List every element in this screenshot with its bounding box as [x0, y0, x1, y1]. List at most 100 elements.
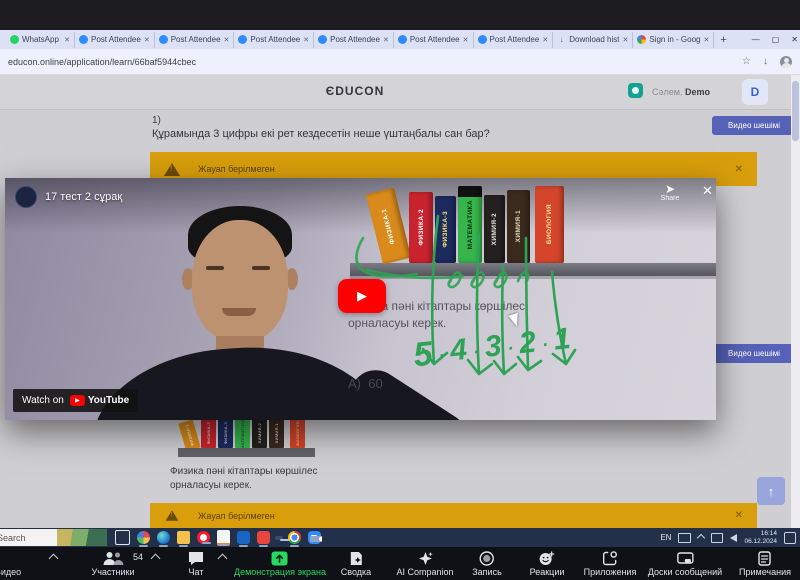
taskbar-clock[interactable]: 16:14 06.12.2024: [744, 530, 777, 546]
toolbar-record[interactable]: Запись: [472, 550, 502, 577]
channel-avatar[interactable]: [15, 186, 37, 208]
video-options-chevron[interactable]: [49, 554, 59, 564]
banner-close-icon[interactable]: ✕: [735, 510, 743, 521]
tab-post-attendee-5[interactable]: Post Attendee ✕: [394, 32, 474, 48]
tab-post-attendee-1[interactable]: Post Attendee ✕: [75, 32, 155, 48]
toolbar-label: Участники: [92, 567, 135, 577]
tab-close-icon[interactable]: ✕: [703, 36, 709, 44]
tab-post-attendee-6[interactable]: Post Attendee ✕: [474, 32, 554, 48]
book-biologiya: БИОЛОГИЯ: [535, 186, 564, 263]
volume-icon[interactable]: [730, 534, 737, 542]
book-himiya1: ХИМИЯ-1: [507, 190, 530, 263]
youtube-play-button[interactable]: ▶: [338, 279, 386, 313]
toolbar-apps[interactable]: Приложения: [584, 550, 637, 577]
toolbar-notes[interactable]: Примечания: [739, 550, 791, 577]
scroll-to-top-button[interactable]: ↑: [757, 477, 785, 505]
zoom-app-icon[interactable]: [308, 531, 321, 544]
chrome-icon-2[interactable]: [288, 531, 301, 544]
share-button[interactable]: ➤ Share: [653, 183, 687, 202]
tab-close-icon[interactable]: ✕: [383, 36, 389, 44]
book-himiya2: ХИМИЯ-2: [484, 195, 505, 263]
banner-close-icon[interactable]: ✕: [735, 164, 743, 175]
watch-on-youtube-button[interactable]: Watch on ▶ YouTube: [13, 389, 138, 412]
new-tab-button[interactable]: +: [720, 34, 726, 46]
digit: 3: [483, 331, 503, 363]
toolbar-participants[interactable]: Участники: [92, 550, 135, 577]
tab-close-icon[interactable]: ✕: [144, 36, 150, 44]
digit: 4: [449, 335, 469, 367]
chrome-active-slot[interactable]: [275, 536, 283, 540]
window-close-button[interactable]: ✕: [791, 35, 798, 44]
outlook-icon[interactable]: [237, 531, 250, 544]
site-header: ЄDUCON Сәлем, Demo D: [0, 75, 800, 110]
red-app-icon[interactable]: [257, 531, 270, 544]
toolbar-video[interactable]: Видео: [0, 550, 21, 577]
tray-expand-icon[interactable]: [697, 533, 705, 541]
toolbar-label: Приложения: [584, 567, 637, 577]
screen: WhatsApp ✕ Post Attendee ✕ Post Attendee…: [0, 0, 800, 580]
tab-label: Post Attendee: [171, 35, 221, 44]
toolbar-reactions[interactable]: Реакции: [530, 550, 565, 577]
video-solution-button-2[interactable]: Видео шешімі: [712, 344, 796, 363]
digit: 1: [552, 324, 572, 356]
page-scrollbar[interactable]: [791, 75, 800, 528]
tab-post-attendee-2[interactable]: Post Attendee ✕: [155, 32, 235, 48]
downloads-icon[interactable]: ↓: [763, 56, 768, 67]
user-avatar[interactable]: D: [742, 79, 768, 105]
calendar-icon[interactable]: [217, 530, 230, 546]
edge-icon[interactable]: [157, 531, 170, 544]
educon-logo: ЄDUCON: [310, 84, 400, 98]
toolbar-label: Видео: [0, 567, 21, 577]
whatsapp-icon: [10, 35, 19, 44]
question2-line1: Физика пәні кітаптары көршілес: [170, 465, 318, 479]
zoom-favicon: [318, 35, 327, 44]
network-icon[interactable]: [711, 533, 723, 543]
toolbar-chat[interactable]: Чат: [188, 550, 204, 577]
language-indicator[interactable]: EN: [660, 533, 671, 542]
video-solution-button-1[interactable]: Видео шешімі: [712, 116, 796, 135]
tab-close-icon[interactable]: ✕: [64, 36, 70, 44]
download-icon: ↓: [557, 35, 566, 44]
browser-colorful-icon[interactable]: [137, 531, 150, 544]
tab-whatsapp[interactable]: WhatsApp ✕: [6, 32, 75, 48]
toolbar-summary[interactable]: Сводка: [341, 550, 371, 577]
task-view-icon[interactable]: [115, 530, 130, 545]
tab-post-attendee-3[interactable]: Post Attendee ✕: [234, 32, 314, 48]
video-close-icon[interactable]: ✕: [702, 183, 713, 199]
toolbar-boards[interactable]: Доски сообщений: [648, 550, 722, 577]
tab-label: Post Attendee: [410, 35, 460, 44]
scrollbar-thumb[interactable]: [792, 81, 799, 141]
tab-post-attendee-4[interactable]: Post Attendee ✕: [314, 32, 394, 48]
share-arrow-icon: ➤: [653, 183, 687, 195]
file-explorer-icon[interactable]: [177, 531, 190, 544]
toolbar-ai-companion[interactable]: AI Companion: [396, 550, 453, 577]
keyboard-icon[interactable]: [678, 533, 691, 543]
tab-google-signin[interactable]: Sign in - Goog ✕: [633, 32, 714, 48]
url-input[interactable]: educon.online/application/learn/66baf594…: [8, 57, 196, 67]
taskbar-widget-image[interactable]: [57, 529, 107, 546]
window-minimize-button[interactable]: —: [752, 35, 760, 44]
opera-icon[interactable]: [197, 531, 210, 544]
browser-profile-icon[interactable]: [780, 56, 792, 68]
notification-center-icon[interactable]: [784, 532, 796, 544]
tab-close-icon[interactable]: ✕: [463, 36, 469, 44]
participants-chevron[interactable]: [151, 554, 161, 564]
chat-chevron[interactable]: [218, 554, 228, 564]
window-maximize-button[interactable]: ▢: [772, 35, 780, 44]
bookmark-star-icon[interactable]: ☆: [742, 56, 751, 67]
toolbar-label: Чат: [189, 567, 204, 577]
digit: 5: [412, 339, 434, 371]
time: 16:14: [744, 530, 777, 538]
tab-close-icon[interactable]: ✕: [224, 36, 230, 44]
tab-close-icon[interactable]: ✕: [303, 36, 309, 44]
toolbar-share-screen[interactable]: Демонстрация экрана: [234, 550, 326, 577]
windows-search-box[interactable]: Search: [0, 529, 57, 546]
zoom-meeting-toolbar: Видео Участники 54 Чат Демонстрация экра…: [0, 547, 800, 580]
tab-close-icon[interactable]: ✕: [542, 36, 548, 44]
header-chat-icon[interactable]: [628, 83, 643, 98]
video-title[interactable]: 17 тест 2 сұрақ: [45, 191, 122, 203]
youtube-video-player[interactable]: ФИЗИКА-1 ФИЗИКА-2 ФИЗИКА-3 МАТЕМАТИКА ХИ…: [5, 178, 716, 420]
tab-label: WhatsApp: [22, 35, 61, 44]
tab-download-history[interactable]: ↓ Download hist ✕: [553, 32, 633, 48]
tab-close-icon[interactable]: ✕: [622, 36, 628, 44]
